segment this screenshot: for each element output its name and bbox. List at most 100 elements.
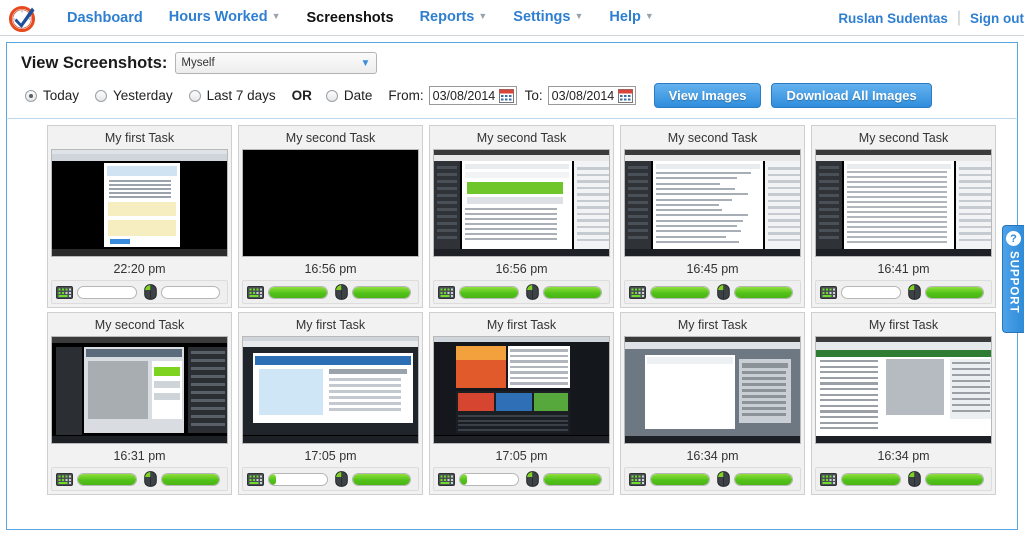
screenshot-card[interactable]: My first Task 17:05 pm — [429, 312, 614, 495]
nav-item-screenshots[interactable]: Screenshots — [294, 0, 407, 36]
screenshot-thumbnail[interactable] — [242, 336, 419, 444]
screenshot-thumbnail[interactable] — [815, 149, 992, 257]
nav-label: Dashboard — [67, 10, 143, 26]
mouse-activity-bar — [543, 473, 603, 486]
keyboard-activity-bar — [841, 286, 901, 299]
chevron-down-icon: ▼ — [574, 11, 583, 21]
activity-meters — [242, 467, 419, 491]
screenshot-card[interactable]: My second Task 16:41 pm — [811, 125, 996, 308]
screenshot-card[interactable]: My first Task 22:20 pm — [47, 125, 232, 308]
keyboard-icon — [56, 286, 73, 299]
radio-date[interactable] — [326, 90, 338, 102]
radio-label-date[interactable]: Date — [344, 88, 373, 103]
screenshot-card[interactable]: My second Task 16:31 pm — [47, 312, 232, 495]
support-tab[interactable]: ? SUPPORT — [1002, 225, 1024, 333]
keyboard-activity-bar — [268, 286, 328, 299]
screenshots-content-area: My first Task 22:20 pm My second Task 16… — [6, 118, 1018, 530]
activity-meters — [51, 467, 228, 491]
from-label: From: — [388, 88, 423, 103]
radio-yesterday[interactable] — [95, 90, 107, 102]
screenshot-thumbnail[interactable] — [433, 149, 610, 257]
screenshot-time: 16:41 pm — [815, 257, 992, 280]
radio-label-today[interactable]: Today — [43, 88, 79, 103]
screenshot-card[interactable]: My second Task 16:45 pm — [620, 125, 805, 308]
nav-item-reports[interactable]: Reports▼ — [407, 0, 501, 36]
keyboard-icon — [629, 473, 646, 486]
download-all-images-button[interactable]: Download All Images — [771, 83, 931, 108]
mouse-icon — [908, 471, 921, 487]
activity-meters — [815, 280, 992, 304]
mouse-activity-bar — [161, 286, 221, 299]
divider: | — [957, 9, 961, 27]
screenshot-thumbnail[interactable] — [51, 336, 228, 444]
screenshot-task-title: My first Task — [815, 316, 992, 336]
nav-item-settings[interactable]: Settings▼ — [500, 0, 596, 36]
main-nav: Dashboard Hours Worked▼ Screenshots Repo… — [54, 0, 667, 36]
keyboard-activity-bar — [650, 286, 710, 299]
question-mark-icon: ? — [1006, 231, 1021, 246]
keyboard-icon — [629, 286, 646, 299]
filter-row-date-range: Today Yesterday Last 7 days OR Date From… — [7, 81, 1017, 118]
screenshot-task-title: My second Task — [51, 316, 228, 336]
mouse-activity-bar — [734, 473, 794, 486]
clock-check-logo-icon — [8, 3, 38, 33]
keyboard-icon — [56, 473, 73, 486]
to-date-field[interactable]: 03/08/2014 — [548, 86, 636, 105]
mouse-activity-bar — [543, 286, 603, 299]
filter-row-user: View Screenshots: Myself ▼ — [7, 43, 1017, 81]
mouse-icon — [335, 471, 348, 487]
screenshot-thumbnail[interactable] — [815, 336, 992, 444]
screenshot-row-2: My second Task 16:31 pm My first Task 17… — [11, 312, 1015, 495]
screenshot-thumbnail[interactable] — [433, 336, 610, 444]
chevron-down-icon: ▼ — [478, 11, 487, 21]
keyboard-icon — [247, 286, 264, 299]
keyboard-icon — [820, 473, 837, 486]
screenshot-thumbnail[interactable] — [624, 149, 801, 257]
select-value: Myself — [181, 57, 214, 69]
from-date-field[interactable]: 03/08/2014 — [429, 86, 517, 105]
nav-item-hours-worked[interactable]: Hours Worked▼ — [156, 0, 294, 36]
screenshot-thumbnail[interactable] — [51, 149, 228, 257]
screenshot-thumbnail[interactable] — [624, 336, 801, 444]
keyboard-activity-bar — [268, 473, 328, 486]
radio-label-last-7-days[interactable]: Last 7 days — [207, 88, 276, 103]
mouse-activity-bar — [352, 473, 412, 486]
screenshot-card[interactable]: My first Task 17:05 pm — [238, 312, 423, 495]
screenshot-task-title: My first Task — [624, 316, 801, 336]
mouse-icon — [335, 284, 348, 300]
view-images-button[interactable]: View Images — [654, 83, 762, 108]
screenshot-card[interactable]: My first Task 16:34 pm — [811, 312, 996, 495]
keyboard-icon — [247, 473, 264, 486]
view-screenshots-select[interactable]: Myself ▼ — [175, 52, 377, 74]
to-label: To: — [525, 88, 543, 103]
support-tab-label: SUPPORT — [1008, 251, 1020, 314]
nav-label: Reports — [420, 9, 475, 25]
screenshot-time: 17:05 pm — [242, 444, 419, 467]
screenshot-card[interactable]: My second Task 16:56 pm — [238, 125, 423, 308]
radio-last-7-days[interactable] — [189, 90, 201, 102]
page-title: View Screenshots: — [21, 54, 167, 73]
screenshot-time: 16:34 pm — [815, 444, 992, 467]
app-logo[interactable] — [0, 0, 46, 36]
user-name-link[interactable]: Ruslan Sudentas — [838, 11, 948, 26]
screenshot-card[interactable]: My first Task 16:34 pm — [620, 312, 805, 495]
activity-meters — [433, 280, 610, 304]
calendar-icon[interactable] — [618, 89, 633, 103]
screenshot-thumbnail[interactable] — [242, 149, 419, 257]
calendar-icon[interactable] — [499, 89, 514, 103]
nav-item-help[interactable]: Help▼ — [596, 0, 666, 36]
mouse-activity-bar — [925, 473, 985, 486]
keyboard-activity-bar — [77, 473, 137, 486]
account-links: Ruslan Sudentas | Sign out — [838, 0, 1024, 36]
screenshot-time: 22:20 pm — [51, 257, 228, 280]
radio-today[interactable] — [25, 90, 37, 102]
nav-item-dashboard[interactable]: Dashboard — [54, 0, 156, 36]
sign-out-link[interactable]: Sign out — [970, 11, 1024, 26]
filter-panel: View Screenshots: Myself ▼ Today Yesterd… — [6, 42, 1018, 118]
screenshot-card[interactable]: My second Task 16:56 pm — [429, 125, 614, 308]
mouse-activity-bar — [161, 473, 221, 486]
mouse-icon — [526, 471, 539, 487]
screenshot-time: 16:56 pm — [242, 257, 419, 280]
mouse-activity-bar — [734, 286, 794, 299]
radio-label-yesterday[interactable]: Yesterday — [113, 88, 173, 103]
